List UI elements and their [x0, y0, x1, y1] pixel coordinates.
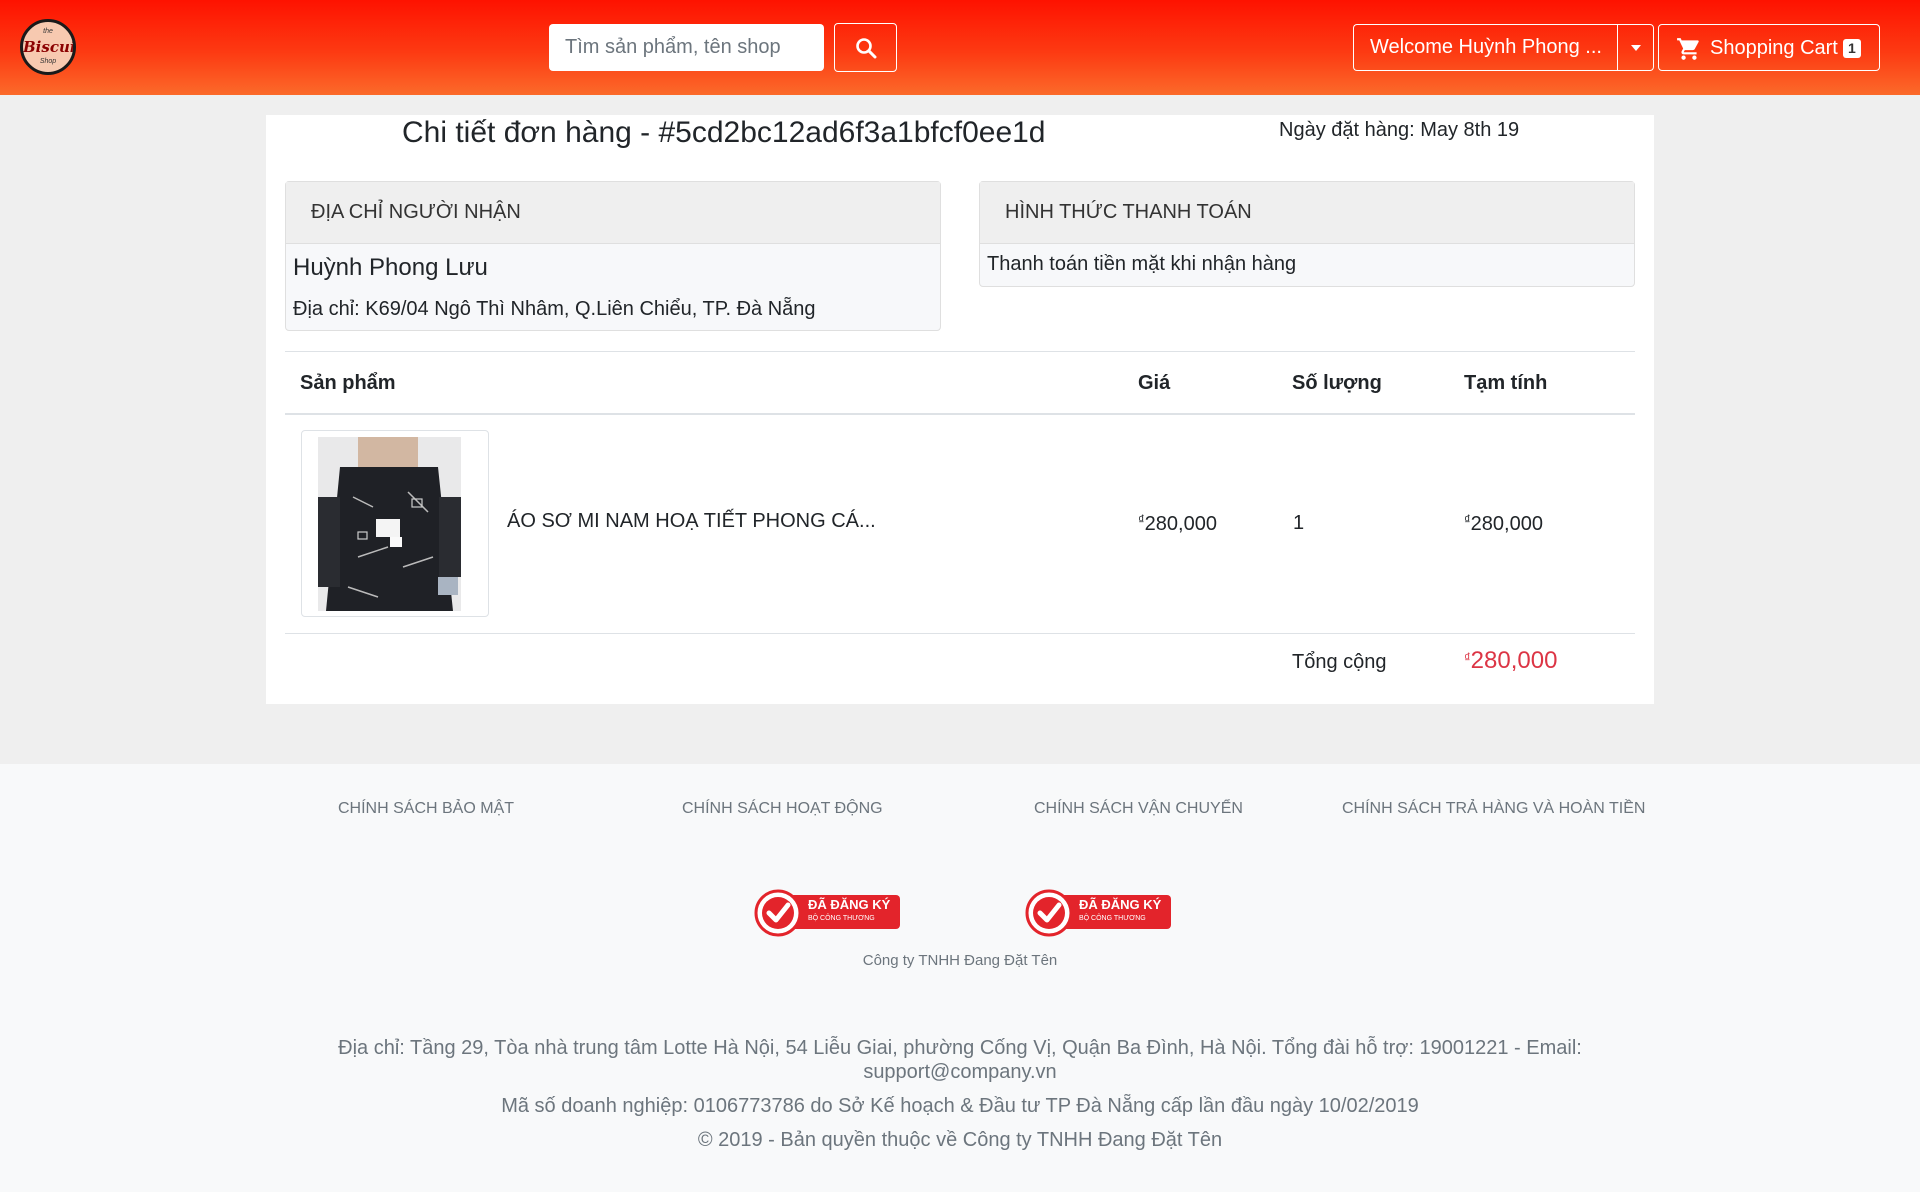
- product-image: [318, 437, 461, 611]
- total-value: 280,000: [1470, 647, 1558, 674]
- table-top-divider: [285, 351, 1635, 352]
- table-bottom-divider: [285, 633, 1635, 634]
- currency-symbol: ₫: [1464, 650, 1471, 665]
- logo-bottom-text: Shop: [39, 58, 57, 65]
- page-title: Chi tiết đơn hàng - #5cd2bc12ad6f3a1bfcf…: [402, 116, 1046, 149]
- table-header-divider: [285, 413, 1635, 415]
- order-total: ₫280,000: [1464, 647, 1557, 675]
- footer-link-shipping-policy[interactable]: CHÍNH SÁCH VẬN CHUYỂN: [1034, 800, 1243, 818]
- shop-logo[interactable]: the Biscuit Shop: [20, 19, 76, 75]
- badge-subtext: BỘ CÔNG THƯƠNG: [808, 915, 875, 922]
- payment-method-panel: HÌNH THỨC THANH TOÁN Thanh toán tiền mặt…: [979, 181, 1635, 287]
- footer-address: Địa chỉ: Tầng 29, Tòa nhà trung tâm Lott…: [338, 1037, 1582, 1083]
- currency-symbol: ₫: [1464, 512, 1471, 527]
- cart-icon: [1677, 38, 1699, 60]
- product-quantity: 1: [1293, 512, 1305, 534]
- cart-label: Shopping Cart: [1710, 37, 1838, 59]
- site-footer: CHÍNH SÁCH BẢO MẬT CHÍNH SÁCH HOẠT ĐỘNG …: [0, 764, 1920, 1192]
- footer-copyright: © 2019 - Bản quyền thuộc về Công ty TNHH…: [697, 1129, 1223, 1151]
- currency-symbol: ₫: [1138, 512, 1145, 527]
- product-subtotal: ₫280,000: [1464, 512, 1543, 536]
- price-value: 280,000: [1144, 513, 1217, 535]
- footer-link-return-refund-policy[interactable]: CHÍNH SÁCH TRẢ HÀNG VÀ HOÀN TIỀN: [1342, 800, 1645, 818]
- badge-subtext: BỘ CÔNG THƯƠNG: [1079, 915, 1146, 922]
- product-thumbnail[interactable]: [301, 430, 489, 617]
- badge-text: ĐÃ ĐĂNG KÝ: [808, 897, 891, 912]
- payment-method-heading: HÌNH THỨC THANH TOÁN: [980, 182, 1634, 244]
- user-menu-button[interactable]: Welcome Huỳnh Phong ...: [1353, 24, 1617, 71]
- search-button[interactable]: [834, 23, 897, 72]
- recipient-address-heading: ĐỊA CHỈ NGƯỜI NHẬN: [286, 182, 940, 244]
- badge-text: ĐÃ ĐĂNG KÝ: [1079, 897, 1162, 912]
- registered-ministry-badge[interactable]: ĐÃ ĐĂNG KÝ BỘ CÔNG THƯƠNG: [1025, 889, 1173, 939]
- column-header-quantity: Số lượng: [1292, 372, 1382, 394]
- footer-company-name: Công ty TNHH Đang Đặt Tên: [862, 952, 1058, 969]
- column-header-product: Sản phẩm: [300, 372, 396, 394]
- recipient-address-panel: ĐỊA CHỈ NGƯỜI NHẬN Huỳnh Phong Lưu Địa c…: [285, 181, 941, 331]
- total-label: Tổng cộng: [1292, 651, 1387, 673]
- top-navbar: the Biscuit Shop Welcome Huỳnh Phong ...…: [0, 0, 1920, 95]
- footer-link-privacy-policy[interactable]: CHÍNH SÁCH BẢO MẬT: [338, 800, 514, 818]
- order-detail-card: Chi tiết đơn hàng - #5cd2bc12ad6f3a1bfcf…: [266, 115, 1654, 704]
- shopping-cart-button[interactable]: Shopping Cart 1: [1658, 24, 1880, 71]
- logo-main-text: Biscuit: [23, 38, 76, 56]
- product-price: ₫280,000: [1138, 512, 1217, 536]
- order-date: Ngày đặt hàng: May 8th 19: [1279, 119, 1520, 141]
- cart-count-badge: 1: [1843, 39, 1861, 58]
- logo-top-text: the: [43, 28, 53, 35]
- footer-business-registration: Mã số doanh nghiệp: 0106773786 do Sở Kế …: [501, 1095, 1419, 1117]
- recipient-address: Địa chỉ: K69/04 Ngô Thì Nhâm, Q.Liên Chi…: [293, 298, 816, 320]
- subtotal-value: 280,000: [1470, 513, 1543, 535]
- column-header-subtotal: Tạm tính: [1464, 372, 1548, 394]
- column-header-price: Giá: [1138, 372, 1171, 394]
- registered-ministry-badge[interactable]: ĐÃ ĐĂNG KÝ BỘ CÔNG THƯƠNG: [754, 889, 902, 939]
- footer-link-operation-policy[interactable]: CHÍNH SÁCH HOẠT ĐỘNG: [682, 800, 883, 818]
- product-name-link[interactable]: ÁO SƠ MI NAM HOẠ TIẾT PHONG CÁ...: [507, 510, 876, 533]
- caret-down-icon: [1631, 45, 1641, 51]
- user-menu-dropdown-toggle[interactable]: [1617, 24, 1654, 71]
- search-icon: [856, 38, 877, 59]
- recipient-name: Huỳnh Phong Lưu: [293, 254, 488, 281]
- search-input[interactable]: [549, 24, 824, 71]
- payment-method-value: Thanh toán tiền mặt khi nhận hàng: [987, 253, 1297, 275]
